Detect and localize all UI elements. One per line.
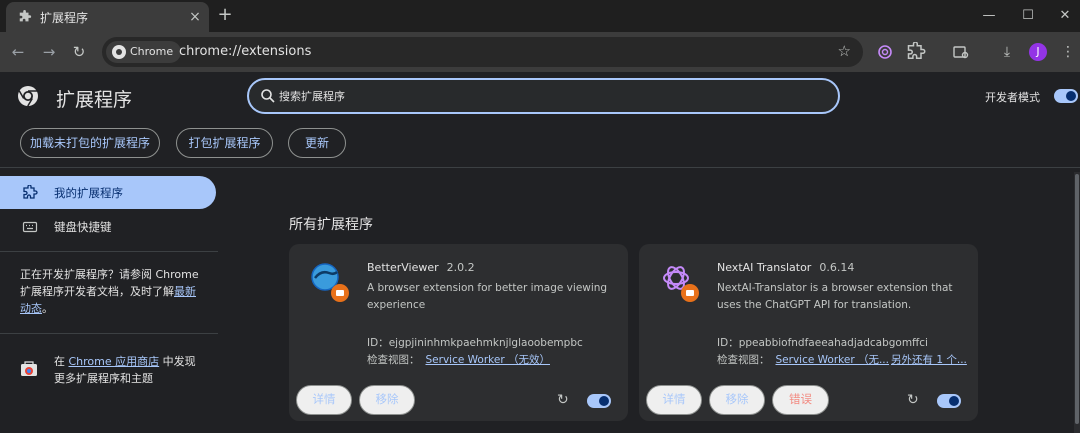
tab-extensions[interactable]: 扩展程序 × <box>6 2 209 32</box>
developer-docs-note: 正在开发扩展程序？请参阅 Chrome 扩展程序开发者文档，及时了解最新动态。 <box>20 266 200 317</box>
sidebar-item-label: 我的扩展程序 <box>54 186 123 200</box>
menu-kebab-icon[interactable]: ⋮ <box>1058 42 1078 62</box>
load-unpacked-button[interactable]: 加载未打包的扩展程序 <box>20 128 160 158</box>
header-divider <box>0 167 1080 168</box>
extension-id: ID：ejgpjininhmkpaehmknjlglaoobempbc <box>367 335 583 350</box>
tab-close-icon[interactable]: × <box>186 8 204 26</box>
sidebar-item-my-extensions[interactable]: 我的扩展程序 <box>0 176 216 209</box>
chrome-web-store-icon <box>21 361 37 376</box>
minimize-button[interactable]: — <box>979 6 999 26</box>
details-button[interactable]: 详情 <box>646 385 702 415</box>
service-worker-link[interactable]: Service Worker （无... <box>776 354 890 366</box>
developer-mode-label: 开发者模式 <box>985 91 1040 104</box>
browser-toolbar: ← → ↻ Chrome chrome://extensions ☆ ⤓ J ⋮ <box>0 32 1080 72</box>
extension-name-text: NextAI Translator <box>717 261 812 274</box>
pack-extension-button[interactable]: 打包扩展程序 <box>176 128 273 158</box>
inspect-views: 检查视图： Service Worker （无... 另外还有 1 个... <box>717 352 967 367</box>
service-worker-badge-icon <box>681 284 699 302</box>
extension-name-text: BetterViewer <box>367 261 439 274</box>
bookmark-star-icon[interactable]: ☆ <box>838 42 851 60</box>
update-button[interactable]: 更新 <box>288 128 346 158</box>
maximize-button[interactable]: ☐ <box>1018 6 1038 26</box>
extension-id-label: ID： <box>717 337 739 349</box>
web-store-text-pre: 在 <box>54 355 69 368</box>
extension-enable-toggle[interactable] <box>937 394 961 408</box>
chatgpt-extension-icon[interactable] <box>875 42 895 62</box>
section-title: 所有扩展程序 <box>289 217 373 233</box>
inspect-views: 检查视图： Service Worker （无效） <box>367 352 550 367</box>
new-tab-button[interactable]: + <box>215 5 235 25</box>
extension-version: 0.6.14 <box>819 261 855 274</box>
back-icon[interactable]: ← <box>8 42 28 62</box>
extension-description: NextAI-Translator is a browser extension… <box>717 282 953 311</box>
search-input[interactable] <box>279 87 819 105</box>
remove-button[interactable]: 移除 <box>359 385 415 415</box>
extensions-icon <box>23 185 38 199</box>
extension-card-betterviewer: BetterViewer 2.0.2 A browser extension fo… <box>289 244 628 421</box>
forward-icon[interactable]: → <box>39 42 59 62</box>
inspect-views-label: 检查视图： <box>717 354 770 366</box>
reload-icon[interactable]: ↻ <box>69 42 89 62</box>
developer-docs-text: 正在开发扩展程序？请参阅 Chrome 扩展程序开发者文档，及时了解 <box>20 268 199 298</box>
extension-description: A browser extension for better image vie… <box>367 282 608 311</box>
extensions-icon[interactable] <box>906 42 926 62</box>
extension-name: BetterViewer 2.0.2 <box>367 261 475 274</box>
extension-card-nextai-translator: NextAI Translator 0.6.14 NextAI-Translato… <box>639 244 978 421</box>
developer-docs-period: 。 <box>42 302 53 315</box>
sidebar-item-label: 键盘快捷键 <box>54 220 112 234</box>
site-chip-label: Chrome <box>130 45 174 58</box>
extension-id-value: ppeabbiofndfaeeahadjadcabgomffci <box>738 337 928 349</box>
address-bar[interactable]: Chrome chrome://extensions ☆ <box>102 37 863 67</box>
more-views-link[interactable]: 另外还有 1 个... <box>891 354 967 366</box>
keyboard-icon <box>22 221 38 233</box>
extension-id-label: ID： <box>367 337 389 349</box>
search-box[interactable] <box>247 78 840 114</box>
downloads-icon[interactable]: ⤓ <box>997 42 1017 62</box>
reload-extension-icon[interactable]: ↻ <box>557 392 573 408</box>
service-worker-link[interactable]: Service Worker （无效） <box>426 354 550 366</box>
chrome-web-store-link[interactable]: Chrome 应用商店 <box>69 355 160 368</box>
service-worker-badge-icon <box>331 284 349 302</box>
sidebar-divider <box>0 333 218 334</box>
extensions-logo-icon <box>18 86 38 107</box>
details-button[interactable]: 详情 <box>296 385 352 415</box>
search-icon <box>261 89 275 103</box>
scrollbar-thumb[interactable] <box>1075 174 1079 424</box>
sidebar-item-keyboard-shortcuts[interactable]: 键盘快捷键 <box>0 210 216 243</box>
page-title: 扩展程序 <box>56 89 133 111</box>
extension-id-value: ejgpjininhmkpaehmknjlglaoobempbc <box>388 337 583 349</box>
site-chip[interactable]: Chrome <box>106 41 182 63</box>
remove-button[interactable]: 移除 <box>709 385 765 415</box>
extension-id: ID：ppeabbiofndfaeeahadjadcabgomffci <box>717 335 928 350</box>
developer-mode-toggle[interactable] <box>1054 89 1078 103</box>
extension-enable-toggle[interactable] <box>587 394 611 408</box>
tab-strip: 扩展程序 × + — ☐ ✕ <box>0 0 1080 32</box>
sidebar-divider <box>0 251 218 252</box>
web-store-note: 在 Chrome 应用商店 中发现更多扩展程序和主题 <box>54 353 204 387</box>
media-controls-icon[interactable] <box>951 42 971 62</box>
page-scrollbar[interactable] <box>1074 172 1080 433</box>
profile-avatar[interactable]: J <box>1029 43 1047 61</box>
extensions-puzzle-icon <box>19 10 32 22</box>
chrome-icon <box>112 45 126 59</box>
errors-button[interactable]: 错误 <box>772 385 829 415</box>
reload-extension-icon[interactable]: ↻ <box>907 392 923 408</box>
inspect-views-label: 检查视图： <box>367 354 420 366</box>
close-window-button[interactable]: ✕ <box>1055 6 1075 26</box>
tab-title: 扩展程序 <box>40 11 89 25</box>
extension-name: NextAI Translator 0.6.14 <box>717 261 854 274</box>
url-text[interactable]: chrome://extensions <box>179 44 311 59</box>
extension-version: 2.0.2 <box>446 261 475 274</box>
